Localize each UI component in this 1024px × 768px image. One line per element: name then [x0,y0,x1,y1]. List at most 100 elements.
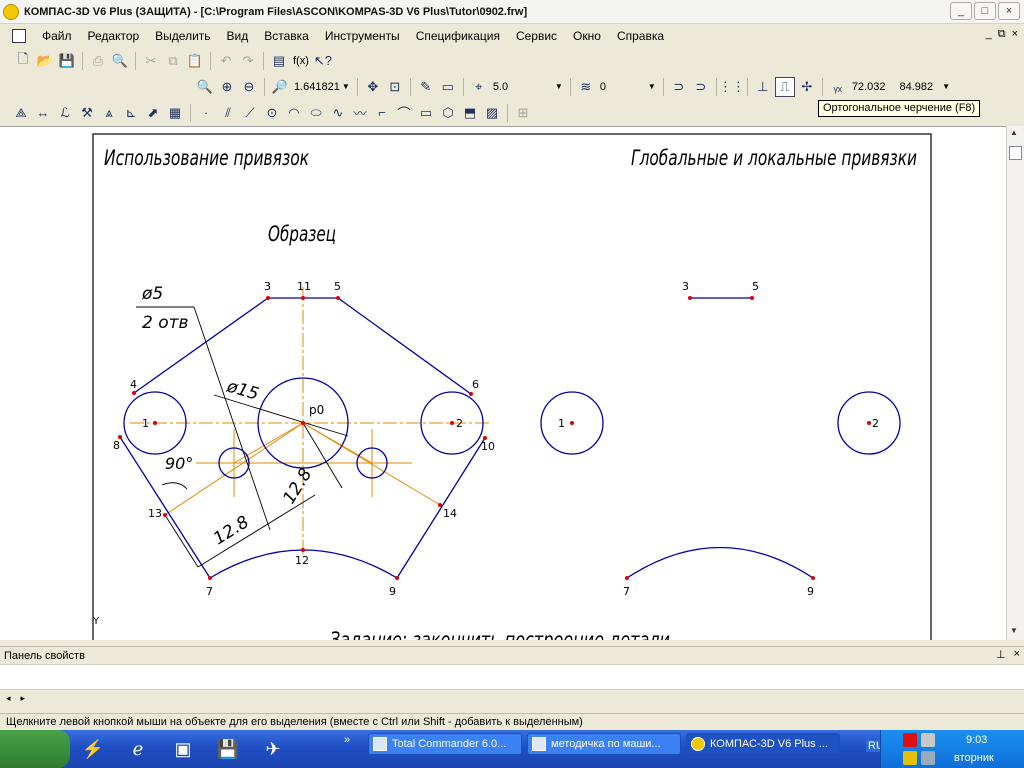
edit-icon[interactable]: ⚒ [77,103,97,123]
menu-select[interactable]: Выделить [147,29,218,43]
internet-explorer-icon[interactable]: ℯ [123,734,153,764]
coord-x-field[interactable]: 72.032 [849,78,889,96]
show-all-icon[interactable]: ⊡ [385,77,405,97]
minimize-button[interactable]: _ [950,2,972,20]
scroll-left-icon[interactable]: ◂ [6,693,11,704]
local-snap-icon[interactable]: ⊃ [691,77,711,97]
coords-dropdown-icon[interactable]: ▼ [942,82,950,91]
contour-icon[interactable]: ⬒ [460,103,480,123]
properties-icon[interactable]: ▤ [269,51,289,71]
circle-icon[interactable]: ⊙ [262,103,282,123]
paste-icon[interactable]: 📋 [185,51,205,71]
menu-help[interactable]: Справка [609,29,672,43]
panel-close-icon[interactable]: × [1014,648,1020,661]
network-app-icon[interactable]: ✈ [258,734,288,764]
step-icon[interactable]: ⌖ [469,77,489,97]
menu-tools[interactable]: Инструменты [317,29,408,43]
geometry-icon[interactable]: ⟁ [11,103,31,123]
step-value-field[interactable]: 5.0 ▼ [490,78,566,96]
polygon-icon[interactable]: ⬡ [438,103,458,123]
step-dropdown-icon[interactable]: ▼ [555,82,563,91]
undo-icon[interactable]: ↶ [216,51,236,71]
scroll-up-icon[interactable]: ▲ [1010,128,1018,137]
library-icon[interactable]: ⊞ [513,103,533,123]
parametrize-icon[interactable]: ⩓ [99,103,119,123]
task-total-commander[interactable]: Total Commander 6.0... [368,733,522,755]
scroll-right-icon[interactable]: ▸ [21,693,26,704]
drawing-canvas[interactable]: Использование привязок Глобальные и лока… [0,126,1006,640]
close-button[interactable]: × [998,2,1020,20]
menu-view[interactable]: Вид [219,29,257,43]
ortho-drawing-icon[interactable]: ⎍ [774,76,795,97]
pin-icon[interactable]: ⊥ [996,648,1006,661]
start-button[interactable] [0,730,70,768]
menu-insert[interactable]: Вставка [256,29,317,43]
fillet-icon[interactable]: ⌒ [394,103,414,123]
menu-file[interactable]: Файл [34,29,80,43]
save-icon[interactable]: 💾 [57,51,77,71]
menu-service[interactable]: Сервис [508,29,565,43]
quicklaunch-more-icon[interactable]: » [344,734,350,746]
image-viewer-icon[interactable]: ▣ [168,734,198,764]
doc-close-button[interactable]: × [1012,28,1018,41]
title-bar[interactable]: КОМПАС-3D V6 Plus (ЗАЩИТА) - [C:\Program… [0,0,1024,24]
doc-minimize-button[interactable]: _ [986,28,992,41]
dimension-icon[interactable]: ↔ [33,103,53,123]
tray-volume-icon[interactable] [921,751,935,765]
rectangle-icon[interactable]: ▭ [416,103,436,123]
tray-app-icon[interactable] [921,733,935,747]
print-icon[interactable]: ⎙ [88,51,108,71]
grid-icon[interactable]: ⋮⋮ [719,77,745,97]
segment-icon[interactable]: ⟋ [240,103,260,123]
doc-restore-button[interactable]: ⧉ [998,28,1006,41]
polyline-icon[interactable]: 〰 [350,103,370,123]
menu-window[interactable]: Окно [565,29,609,43]
zoom-in-icon[interactable]: ⊕ [217,77,237,97]
coord-y-field[interactable]: 84.982 [896,78,936,96]
zoom-out-icon[interactable]: ⊖ [239,77,259,97]
task-kompas[interactable]: КОМПАС-3D V6 Plus ... [686,733,840,755]
aux-line-icon[interactable]: ⫽ [218,103,238,123]
scroll-thumb[interactable] [1009,146,1022,160]
spec-icon[interactable]: ▦ [165,103,185,123]
spline-icon[interactable]: ∿ [328,103,348,123]
redo-icon[interactable]: ↷ [238,51,258,71]
quicklaunch-app-icon[interactable]: ⚡ [78,734,108,764]
cut-icon[interactable]: ✂ [141,51,161,71]
tray-network-icon[interactable] [903,751,917,765]
vertical-scrollbar[interactable]: ▲ ▼ [1006,126,1024,640]
point-icon[interactable]: · [196,103,216,123]
variables-button[interactable]: f(x) [290,52,312,70]
zoom-value-field[interactable]: 1.641821 ▼ [291,78,353,96]
round-coords-icon[interactable]: ✢ [797,77,817,97]
floppy-save-icon[interactable]: 💾 [213,734,243,764]
layer-value-field[interactable]: 0 ▼ [597,78,659,96]
zoom-window-icon[interactable]: 🔍 [195,77,215,97]
zoom-scale-icon[interactable]: 🔎 [270,77,290,97]
new-document-icon[interactable]: 🗋 [13,51,33,71]
pan-icon[interactable]: ✥ [363,77,383,97]
layer-dropdown-icon[interactable]: ▼ [648,82,656,91]
context-help-icon[interactable]: ↖? [313,51,333,71]
ellipse-icon[interactable]: ⬭ [306,103,326,123]
notation-icon[interactable]: ℒ [55,103,75,123]
print-preview-icon[interactable]: 🔍 [110,51,130,71]
hatch-icon[interactable]: ▨ [482,103,502,123]
local-cs-icon[interactable]: ⊥ [753,77,773,97]
task-word-document[interactable]: методичка по маши... [527,733,681,755]
chamfer-icon[interactable]: ⌐ [372,103,392,123]
display-icon[interactable]: ▭ [438,77,458,97]
open-folder-icon[interactable]: 📂 [35,51,55,71]
select-icon[interactable]: ⬈ [143,103,163,123]
arc-icon[interactable]: ◠ [284,103,304,123]
layers-icon[interactable]: ≋ [576,77,596,97]
scroll-down-icon[interactable]: ▼ [1010,626,1018,635]
menu-specification[interactable]: Спецификация [408,29,508,43]
zoom-dropdown-icon[interactable]: ▼ [342,82,350,91]
clock-time[interactable]: 9:03 [966,734,987,746]
menu-editor[interactable]: Редактор [80,29,148,43]
document-icon[interactable] [12,28,26,43]
kaspersky-icon[interactable] [903,733,917,747]
regenerate-icon[interactable]: ✎ [416,77,436,97]
copy-icon[interactable]: ⧉ [163,51,183,71]
